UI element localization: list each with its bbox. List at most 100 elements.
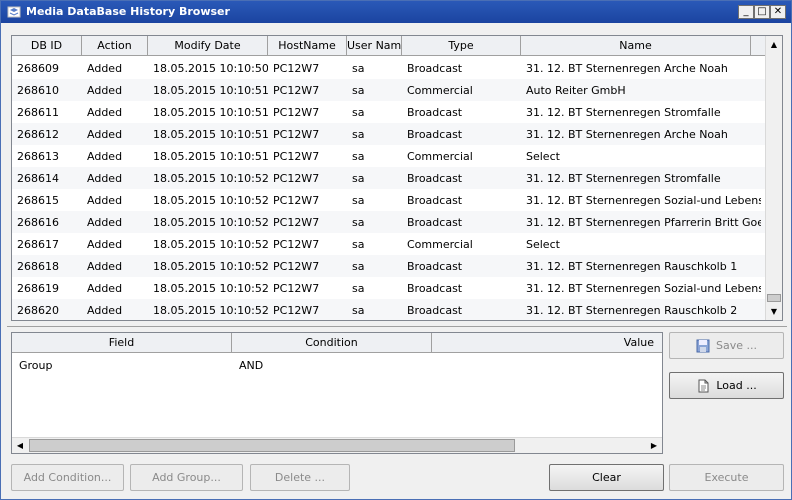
cell-type: Broadcast — [407, 171, 463, 185]
close-button[interactable]: ✕ — [770, 5, 786, 19]
execute-button[interactable]: Execute — [669, 464, 784, 491]
add-group-button-label: Add Group... — [152, 471, 221, 484]
media-database-icon — [7, 6, 21, 18]
column-header-field[interactable]: Field — [12, 333, 232, 353]
cell-name: 31. 12. BT Sternenregen Stromfalle — [526, 105, 721, 119]
history-vertical-scrollbar[interactable]: ▲ ▼ — [765, 36, 782, 320]
scroll-left-icon[interactable]: ◀ — [12, 438, 28, 453]
cell-user-name: sa — [352, 83, 365, 97]
condition-table-header: Field Condition Value — [12, 333, 662, 353]
table-row[interactable]: 268613 Added 18.05.2015 10:10:51 PC12W7 sa Co… — [12, 145, 765, 167]
cell-hostname: PC12W7 — [273, 215, 320, 229]
add-group-button[interactable]: Add Group... — [130, 464, 243, 491]
table-row[interactable]: 268609 Added 18.05.2015 10:10:50 PC12W7 sa Br… — [12, 57, 765, 79]
table-row[interactable]: 268619 Added 18.05.2015 10:10:52 PC12W7 sa Br… — [12, 277, 765, 299]
history-table[interactable]: DB ID Action Modify Date HostName User N… — [11, 35, 783, 321]
cell-user-name: sa — [352, 149, 365, 163]
column-header-modify-date[interactable]: Modify Date — [148, 36, 268, 56]
clear-button[interactable]: Clear — [549, 464, 664, 491]
cell-hostname: PC12W7 — [273, 237, 320, 251]
scrollbar-thumb[interactable] — [767, 294, 781, 302]
table-row[interactable]: 268611 Added 18.05.2015 10:10:51 PC12W7 sa Br… — [12, 101, 765, 123]
condition-field-cell[interactable]: Group — [12, 357, 232, 375]
panel-splitter[interactable] — [7, 326, 787, 329]
column-header-condition[interactable]: Condition — [232, 333, 432, 353]
condition-row[interactable]: Group AND — [12, 357, 662, 375]
cell-action: Added — [87, 61, 123, 75]
minimize-button[interactable]: _ — [738, 5, 754, 19]
column-header-db-id[interactable]: DB ID — [12, 36, 82, 56]
close-icon: ✕ — [773, 6, 783, 17]
cell-type: Broadcast — [407, 61, 463, 75]
table-row[interactable]: 268616 Added 18.05.2015 10:10:52 PC12W7 sa Br… — [12, 211, 765, 233]
clear-button-label: Clear — [592, 471, 621, 484]
cell-action: Added — [87, 303, 123, 317]
cell-type: Broadcast — [407, 215, 463, 229]
cell-action: Added — [87, 237, 123, 251]
condition-table[interactable]: Field Condition Value Group AND ◀ ▶ — [11, 332, 663, 454]
column-header-action[interactable]: Action — [82, 36, 148, 56]
cell-user-name: sa — [352, 281, 365, 295]
cell-type: Commercial — [407, 149, 473, 163]
cell-user-name: sa — [352, 237, 365, 251]
cell-hostname: PC12W7 — [273, 171, 320, 185]
cell-name: 31. 12. BT Sternenregen Arche Noah — [526, 127, 728, 141]
table-row[interactable]: 268610 Added 18.05.2015 10:10:51 PC12W7 sa Co… — [12, 79, 765, 101]
cell-name: 31. 12. BT Sternenregen Pfarrerin Britt … — [526, 215, 761, 229]
cell-action: Added — [87, 259, 123, 273]
table-row[interactable]: 268614 Added 18.05.2015 10:10:52 PC12W7 sa Br… — [12, 167, 765, 189]
window-title: Media DataBase History Browser — [26, 5, 230, 18]
cell-action: Added — [87, 127, 123, 141]
cell-name: Select — [526, 237, 560, 251]
save-button[interactable]: Save ... — [669, 332, 784, 359]
condition-operator-cell[interactable]: AND — [232, 357, 432, 375]
column-header-filler — [751, 36, 765, 56]
cell-action: Added — [87, 83, 123, 97]
cell-hostname: PC12W7 — [273, 83, 320, 97]
cell-modify-date: 18.05.2015 10:10:52 — [153, 303, 268, 317]
cell-type: Commercial — [407, 237, 473, 251]
cell-db-id: 268619 — [17, 281, 59, 295]
cell-type: Broadcast — [407, 127, 463, 141]
scrollbar-thumb[interactable] — [29, 439, 515, 452]
cell-user-name: sa — [352, 193, 365, 207]
table-row[interactable]: 268620 Added 18.05.2015 10:10:52 PC12W7 sa Br… — [12, 299, 765, 320]
add-condition-button[interactable]: Add Condition... — [11, 464, 124, 491]
cell-hostname: PC12W7 — [273, 193, 320, 207]
main-window: Media DataBase History Browser _ □ ✕ DB … — [0, 0, 792, 500]
cell-name: 31. 12. BT Sternenregen Rauschkolb 2 — [526, 303, 738, 317]
cell-user-name: sa — [352, 61, 365, 75]
cell-user-name: sa — [352, 303, 365, 317]
column-header-name[interactable]: Name — [521, 36, 751, 56]
scroll-right-icon[interactable]: ▶ — [646, 438, 662, 453]
cell-type: Broadcast — [407, 281, 463, 295]
cell-action: Added — [87, 281, 123, 295]
cell-db-id: 268617 — [17, 237, 59, 251]
cell-user-name: sa — [352, 105, 365, 119]
load-button[interactable]: Load ... — [669, 372, 784, 399]
maximize-button[interactable]: □ — [754, 5, 770, 19]
condition-value-cell[interactable] — [432, 357, 662, 375]
cell-modify-date: 18.05.2015 10:10:52 — [153, 215, 268, 229]
column-header-user-name[interactable]: User Nam — [347, 36, 402, 56]
table-row[interactable]: 268618 Added 18.05.2015 10:10:52 PC12W7 sa Br… — [12, 255, 765, 277]
cell-hostname: PC12W7 — [273, 303, 320, 317]
delete-button-label: Delete ... — [274, 471, 326, 484]
column-header-value[interactable]: Value — [432, 333, 662, 353]
table-row[interactable]: 268615 Added 18.05.2015 10:10:52 PC12W7 sa Br… — [12, 189, 765, 211]
table-row[interactable]: 268612 Added 18.05.2015 10:10:51 PC12W7 sa Br… — [12, 123, 765, 145]
condition-horizontal-scrollbar[interactable]: ◀ ▶ — [12, 437, 662, 453]
cell-modify-date: 18.05.2015 10:10:51 — [153, 105, 268, 119]
delete-button[interactable]: Delete ... — [250, 464, 350, 491]
scroll-up-icon[interactable]: ▲ — [766, 36, 782, 53]
cell-type: Commercial — [407, 83, 473, 97]
column-header-hostname[interactable]: HostName — [268, 36, 347, 56]
scroll-down-icon[interactable]: ▼ — [766, 303, 782, 320]
table-row[interactable]: 268617 Added 18.05.2015 10:10:52 PC12W7 sa Co… — [12, 233, 765, 255]
cell-modify-date: 18.05.2015 10:10:52 — [153, 193, 268, 207]
cell-modify-date: 18.05.2015 10:10:50 — [153, 61, 268, 75]
cell-hostname: PC12W7 — [273, 61, 320, 75]
title-bar[interactable]: Media DataBase History Browser _ □ ✕ — [1, 1, 791, 23]
column-header-type[interactable]: Type — [402, 36, 521, 56]
cell-db-id: 268616 — [17, 215, 59, 229]
